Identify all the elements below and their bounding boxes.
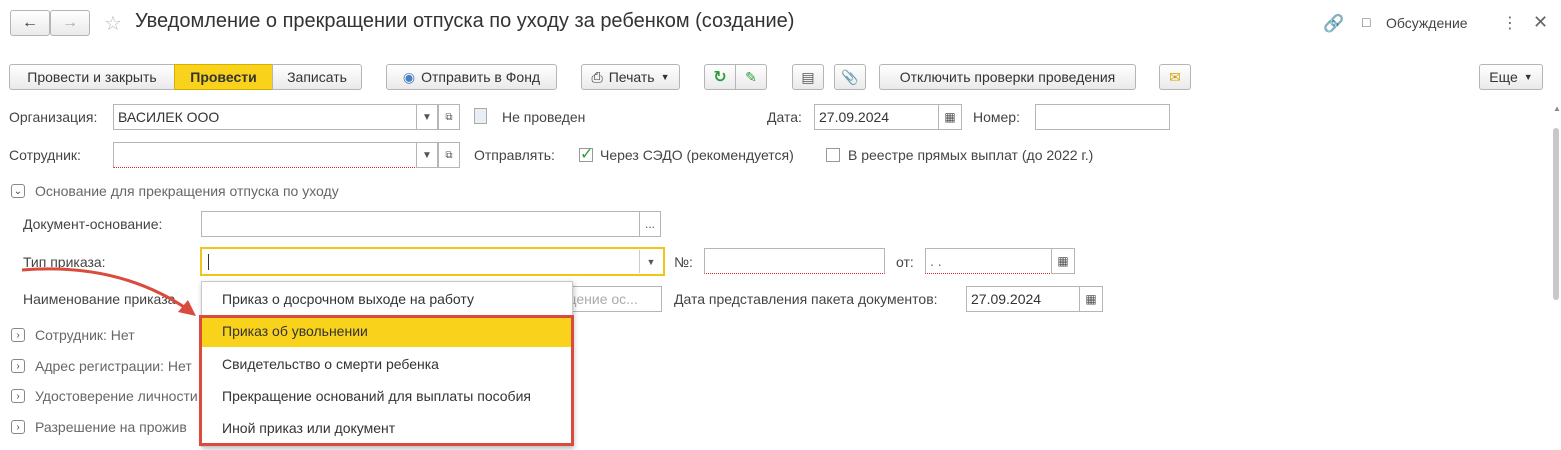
calendar-icon: ▦	[944, 110, 956, 124]
org-open-button[interactable]: ⧉	[438, 104, 460, 130]
scrollbar[interactable]: ▲	[1552, 100, 1561, 450]
chevron-down-icon: ▼	[422, 149, 432, 161]
chevron-right-icon: ›	[16, 390, 20, 402]
group-id-toggle[interactable]: ›	[11, 389, 25, 403]
refresh-button[interactable]: ↻	[704, 64, 736, 90]
chevron-down-icon: ▼	[660, 72, 670, 82]
order-date-field[interactable]: . .	[925, 248, 1052, 274]
status-text: Не проведен	[502, 109, 586, 125]
package-date-label: Дата представления пакета документов:	[674, 291, 938, 307]
group-address-title[interactable]: Адрес регистрации: Нет	[35, 358, 192, 374]
more-vert-icon[interactable]: ⋮	[1502, 13, 1518, 33]
printer-icon: ⎙	[591, 68, 603, 85]
ellipsis-icon: ...	[644, 217, 655, 231]
send-fund-button[interactable]: ◉ Отправить в Фонд	[386, 64, 557, 90]
chevron-down-icon: ▼	[646, 256, 656, 267]
attach-button[interactable]: 📎	[834, 64, 866, 90]
discussion-icon[interactable]: □	[1362, 14, 1370, 30]
chevron-down-icon: ▼	[422, 111, 432, 123]
employee-dropdown-button[interactable]: ▼	[416, 142, 438, 168]
annotation-arrow	[21, 267, 196, 316]
package-date-calendar-button[interactable]: ▦	[1079, 286, 1103, 312]
chevron-down-icon: ▼	[1523, 72, 1533, 82]
chevron-right-icon: ›	[16, 421, 20, 433]
registry-checkbox[interactable]	[826, 148, 840, 162]
open-icon: ⧉	[445, 111, 453, 123]
document-icon: ▤	[801, 68, 815, 85]
package-date-field[interactable]: 27.09.2024	[966, 286, 1080, 312]
send-label: Отправлять:	[474, 147, 555, 163]
checkmark-icon: ✓	[580, 146, 594, 163]
date-calendar-button[interactable]: ▦	[938, 104, 962, 130]
group-permit-title[interactable]: Разрешение на прожив	[35, 419, 187, 435]
status-doc-icon	[474, 108, 487, 124]
discussion-button[interactable]: Обсуждение	[1386, 15, 1468, 31]
order-type-dropdown-button[interactable]: ▼	[639, 250, 662, 273]
message-button[interactable]: ✉	[1159, 64, 1191, 90]
send-fund-label: Отправить в Фонд	[421, 69, 541, 85]
scrollbar-thumb[interactable]	[1553, 128, 1559, 300]
number-field[interactable]	[1035, 104, 1170, 130]
disable-checks-button[interactable]: Отключить проверки проведения	[879, 64, 1136, 90]
calendar-icon: ▦	[1085, 292, 1097, 306]
group-id-title[interactable]: Удостоверение личности	[35, 388, 198, 404]
via-sedo-checkbox[interactable]: ✓	[579, 146, 593, 163]
more-button[interactable]: Еще ▼	[1479, 64, 1543, 90]
scroll-up-icon[interactable]: ▲	[1553, 104, 1561, 113]
report-button[interactable]: ▤	[792, 64, 824, 90]
date-field[interactable]: 27.09.2024	[814, 104, 939, 130]
order-number-field[interactable]	[704, 248, 885, 274]
chevron-right-icon: ›	[16, 360, 20, 372]
calendar-icon: ▦	[1057, 254, 1069, 268]
close-icon[interactable]: ✕	[1533, 12, 1548, 33]
group-permit-toggle[interactable]: ›	[11, 420, 25, 434]
print-label: Печать	[608, 69, 655, 85]
print-button[interactable]: ⎙ Печать ▼	[581, 64, 680, 90]
doc-basis-select-button[interactable]: ...	[639, 211, 661, 237]
order-name-field[interactable]: щение ос...	[560, 286, 662, 312]
employee-open-button[interactable]: ⧉	[438, 142, 460, 168]
from-label: от:	[896, 254, 914, 270]
number-label: Номер:	[973, 109, 1020, 125]
open-icon: ⧉	[445, 149, 453, 161]
clear-movements-button[interactable]: ✎	[735, 64, 767, 90]
no-label: №:	[674, 254, 693, 270]
fund-icon: ◉	[402, 68, 416, 85]
envelope-icon: ✉	[1169, 68, 1181, 85]
more-label: Еще	[1489, 69, 1518, 85]
date-label: Дата:	[767, 109, 802, 125]
refresh-icon: ↻	[713, 69, 727, 86]
order-date-calendar-button[interactable]: ▦	[1051, 248, 1075, 274]
link-icon[interactable]: 🔗	[1323, 14, 1344, 34]
org-dropdown-button[interactable]: ▼	[416, 104, 438, 130]
registry-label: В реестре прямых выплат (до 2022 г.)	[848, 147, 1094, 163]
group-address-toggle[interactable]: ›	[11, 359, 25, 373]
paperclip-icon: 📎	[841, 68, 859, 85]
via-sedo-label: Через СЭДО (рекомендуется)	[600, 147, 794, 163]
pencil-cross-icon: ✎	[745, 68, 757, 85]
